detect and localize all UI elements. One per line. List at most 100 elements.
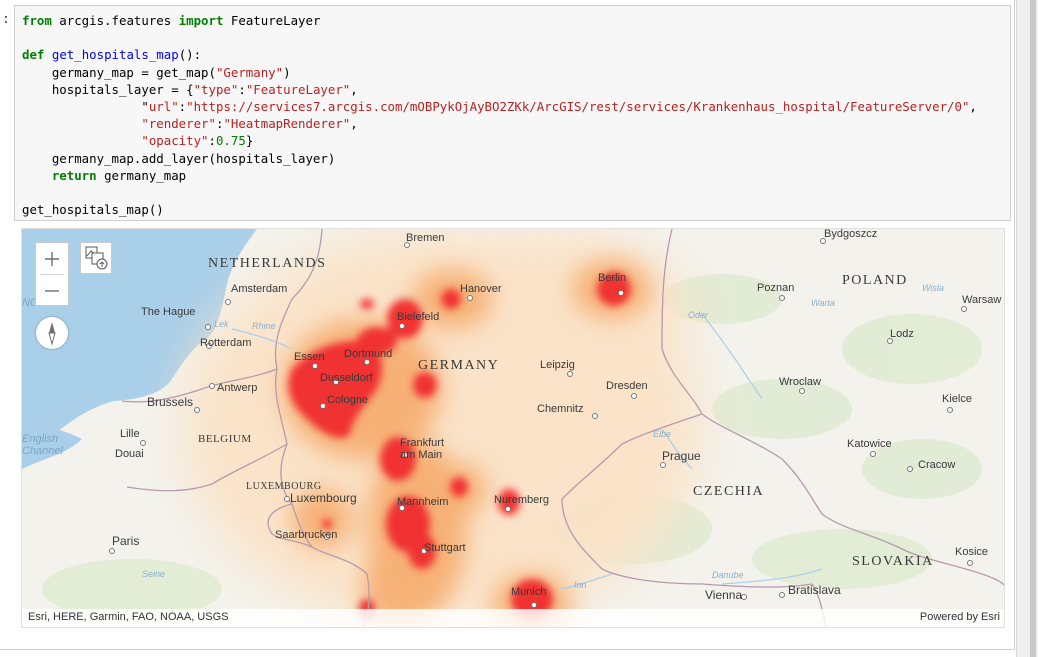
code-token: import [178, 13, 224, 28]
cell-prompt: : [2, 12, 10, 27]
label-oder: Oder [688, 310, 709, 320]
attribution-bar: Esri, HERE, Garmin, FAO, NOAA, USGS Powe… [22, 609, 1004, 627]
code-token: "FeatureLayer" [245, 81, 351, 97]
scrollbar-thumb[interactable] [1030, 0, 1036, 657]
label-belgium: BELGIUM [198, 433, 252, 445]
code-editor[interactable]: from arcgis.features import FeatureLayer… [15, 6, 1010, 218]
code-line: "opacity":0.75} [22, 133, 253, 148]
code-cell[interactable]: from arcgis.features import FeatureLayer… [14, 5, 1011, 221]
label-poznan: Poznan [757, 282, 794, 294]
code-line: germany_map.add_layer(hospitals_layer) [22, 151, 335, 166]
label-netherlands: NETHERLANDS [208, 256, 326, 271]
label-cologne: Cologne [327, 394, 368, 406]
code-token: ) [283, 64, 291, 80]
code-token: , [969, 99, 977, 115]
label-nuremberg: Nuremberg [494, 494, 549, 506]
code-token: url" [148, 99, 179, 115]
basemap-layers-icon [85, 246, 108, 270]
label-germany: GERMANY [418, 358, 499, 373]
code-token: hospitals_layer = { [22, 81, 194, 97]
code-token: germany_map = get_map( [22, 64, 216, 80]
code-token: (): [178, 47, 202, 63]
label-prague: Prague [662, 449, 701, 463]
code-line: hospitals_layer = {"type":"FeatureLayer"… [22, 82, 358, 97]
code-line: "renderer":"HeatmapRenderer", [22, 116, 357, 132]
label-bremen: Bremen [406, 232, 445, 244]
label-paris: Paris [112, 534, 139, 548]
label-rotterdam: Rotterdam [200, 337, 251, 349]
code-line: return germany_map [22, 168, 186, 183]
label-luxembourg-city: Luxembourg [290, 491, 357, 505]
label-rhine: Rhine [252, 321, 276, 331]
label-munich: Munich [511, 586, 546, 598]
code-line: def get_hospitals_map(): [22, 47, 201, 62]
code-token: "https://services7.arcgis.com/mOBPykOjAy… [186, 99, 970, 115]
label-hanover: Hanover [460, 283, 502, 295]
code-token: : [208, 133, 216, 149]
code-line: germany_map = get_map("Germany") [22, 65, 291, 80]
zoom-in-button[interactable] [36, 243, 68, 274]
label-bratislava: Bratislava [788, 583, 841, 597]
label-wisla: Wisla [922, 283, 944, 293]
label-mannheim: Mannheim [397, 496, 448, 508]
label-bielefeld: Bielefeld [397, 311, 439, 323]
label-dusseldorf: Dusseldorf [320, 372, 374, 384]
label-berlin: Berlin [598, 272, 626, 284]
zoom-out-button[interactable] [36, 275, 68, 306]
label-katowice: Katowice [847, 438, 892, 450]
compass-icon [48, 322, 56, 346]
label-english-channel-2: Channel [22, 445, 64, 457]
code-token: "opacity" [141, 133, 209, 149]
label-seine: Seine [142, 569, 165, 579]
label-chemnitz: Chemnitz [537, 403, 583, 415]
label-lek: Lek [214, 319, 229, 329]
basemap[interactable]: NETHERLANDS GERMANY POLAND BELGIUM LUXEM… [22, 229, 1005, 628]
label-lille: Lille [120, 428, 140, 440]
minus-icon [45, 289, 59, 292]
label-amsterdam: Amsterdam [231, 283, 287, 295]
label-frankfurt-1: Frankfurt [400, 437, 444, 449]
label-brussels: Brussels [147, 395, 193, 409]
label-slovakia: SLOVAKIA [852, 554, 934, 569]
code-token: : [238, 81, 246, 97]
code-token: get_hospitals_map() [22, 202, 164, 218]
attribution-text: Esri, HERE, Garmin, FAO, NOAA, USGS [28, 611, 229, 623]
label-douai: Douai [115, 448, 144, 460]
code-token: germany_map.add_layer(hospitals_layer) [22, 150, 336, 166]
label-stuttgart: Stuttgart [424, 542, 466, 554]
code-token: "HeatmapRenderer" [223, 116, 351, 132]
label-saarbrucken: Saarbrucken [275, 529, 337, 541]
label-dresden: Dresden [606, 380, 648, 392]
label-essen: Essen [294, 351, 325, 363]
basemap-toggle-button[interactable] [80, 242, 112, 274]
label-danube: Danube [712, 570, 744, 580]
label-wroclaw: Wroclaw [779, 376, 821, 388]
map-widget[interactable]: NETHERLANDS GERMANY POLAND BELGIUM LUXEM… [21, 228, 1005, 628]
code-line: get_hospitals_map() [22, 202, 164, 217]
compass-button[interactable] [36, 317, 68, 349]
code-token: , [350, 81, 358, 97]
label-elbe: Elbe [653, 429, 671, 439]
label-the-hague: The Hague [141, 306, 195, 318]
powered-by-esri[interactable]: Powered by Esri [920, 611, 1000, 623]
code-token: def [22, 47, 45, 63]
code-line: "url":"https://services7.arcgis.com/mOBP… [22, 99, 977, 114]
plus-icon [45, 251, 59, 266]
label-warta: Warta [811, 298, 835, 308]
label-czechia: CZECHIA [693, 484, 764, 499]
code-token: "renderer" [141, 116, 216, 132]
label-vienna: Vienna [705, 588, 742, 602]
label-frankfurt-2: am Main [400, 449, 442, 461]
code-token: "Germany" [215, 64, 284, 80]
zoom-controls [35, 242, 69, 306]
code-line: from arcgis.features import FeatureLayer [22, 13, 320, 28]
label-kielce: Kielce [942, 393, 972, 405]
label-leipzig: Leipzig [540, 359, 575, 371]
label-lodz: Lodz [890, 328, 914, 340]
label-bydgoszcz: Bydgoszcz [824, 229, 877, 240]
code-token: get_hospitals_map [51, 47, 179, 63]
